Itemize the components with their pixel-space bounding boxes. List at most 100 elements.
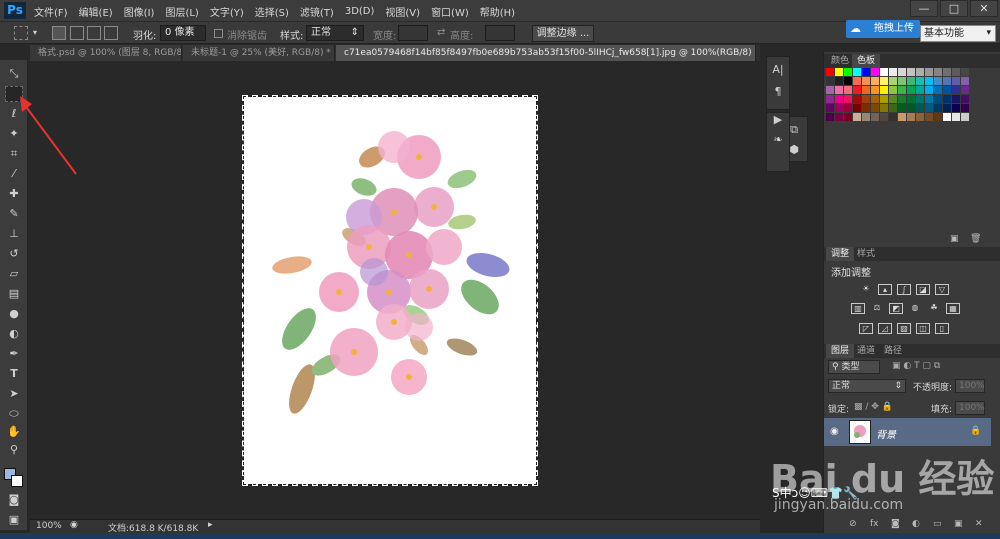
brightness-icon[interactable]: ☀ [859,284,873,295]
tab-adjustments[interactable]: 调整 [826,247,855,261]
swatch[interactable] [925,77,933,85]
brush-preset-icon[interactable]: ❧ [770,133,786,146]
maximize-button[interactable]: □ [940,0,968,17]
swatch[interactable] [943,113,951,121]
swatch[interactable] [862,86,870,94]
antialias-checkbox[interactable] [214,29,223,38]
tab-paths[interactable]: 路径 [879,344,907,358]
rectangular-marquee-tool-icon[interactable] [5,86,23,102]
channel-mixer-icon[interactable]: ☘ [927,303,941,314]
chevron-down-icon[interactable]: ▾ [33,28,37,37]
swatch[interactable] [907,68,915,76]
tab-format-psd[interactable]: 格式.psd @ 100% (图层 8, RGB/8) × [30,45,182,61]
swatch[interactable] [871,68,879,76]
swatch[interactable] [907,86,915,94]
menu-image[interactable]: 图像(I) [124,4,155,19]
swatch[interactable] [889,77,897,85]
swatch[interactable] [844,68,852,76]
swatch[interactable] [898,86,906,94]
eyedropper-tool-icon[interactable]: ⁄ [5,166,23,182]
close-button[interactable]: ✕ [970,0,998,17]
history-brush-tool-icon[interactable]: ↺ [5,246,23,262]
dodge-tool-icon[interactable]: ◐ [5,326,23,342]
swatch[interactable] [943,95,951,103]
swatch[interactable] [844,104,852,112]
clone-stamp-tool-icon[interactable]: ⊥ [5,226,23,242]
swap-icon[interactable]: ⇄ [437,27,445,38]
width-input[interactable] [398,25,428,41]
swatch[interactable] [952,86,960,94]
background-color[interactable] [11,475,23,487]
swatch[interactable] [889,68,897,76]
eye-icon[interactable]: ◉ [830,426,839,437]
swatch[interactable] [853,86,861,94]
photo-filter-icon[interactable]: ◍ [908,303,922,314]
swatch[interactable] [835,104,843,112]
swatch[interactable] [961,77,969,85]
selective-color-icon[interactable]: ▯ [935,323,949,334]
blend-mode-select[interactable]: 正常 ⇕ [828,379,906,393]
swatch[interactable] [943,68,951,76]
swatch-grid[interactable] [826,68,988,122]
swatch[interactable] [952,77,960,85]
character-panel-icon[interactable]: A| [770,63,786,76]
style-select[interactable]: 正常 ⇕ [306,25,364,41]
swatch[interactable] [943,104,951,112]
zoom-level[interactable]: 100% [36,521,62,531]
swatch[interactable] [934,68,942,76]
hue-saturation-icon[interactable]: ▥ [851,303,865,314]
swatch[interactable] [853,113,861,121]
levels-icon[interactable]: ▴ [878,284,892,295]
menu-filter[interactable]: 滤镜(T) [300,4,334,19]
swatch[interactable] [961,113,969,121]
swatch[interactable] [853,77,861,85]
swatch[interactable] [826,104,834,112]
menu-view[interactable]: 视图(V) [385,4,420,19]
swatch[interactable] [925,68,933,76]
swatch[interactable] [835,68,843,76]
swatch[interactable] [952,95,960,103]
tab-layers[interactable]: 图层 [826,344,855,358]
swatch[interactable] [898,95,906,103]
healing-brush-tool-icon[interactable]: ✚ [5,186,23,202]
menu-select[interactable]: 选择(S) [255,4,289,19]
swatch[interactable] [889,95,897,103]
swatch[interactable] [880,104,888,112]
swatch[interactable] [925,104,933,112]
menu-layer[interactable]: 图层(L) [165,4,198,19]
new-selection-icon[interactable] [52,26,66,40]
swatch[interactable] [925,86,933,94]
tab-untitled-1[interactable]: 未标题-1 @ 25% (美好, RGB/8) * × [183,45,335,61]
menu-edit[interactable]: 编辑(E) [79,4,113,19]
swatch[interactable] [826,68,834,76]
trash-icon[interactable]: 🗑 [970,234,981,244]
hand-tool-icon[interactable]: ✋ [5,424,23,440]
swatch[interactable] [880,95,888,103]
swatch[interactable] [916,104,924,112]
fill-input[interactable]: 100% [955,401,985,415]
pen-tool-icon[interactable]: ✒ [5,346,23,362]
swatch[interactable] [871,104,879,112]
upload-button[interactable]: ☁ 拖拽上传 [846,20,920,38]
swatch[interactable] [862,95,870,103]
swatch[interactable] [844,86,852,94]
swatch[interactable] [916,68,924,76]
paragraph-panel-icon[interactable]: ¶ [770,85,786,98]
swatch[interactable] [880,68,888,76]
tab-styles[interactable]: 样式 [852,247,880,261]
color-lookup-icon[interactable]: ▦ [946,303,960,314]
swatch[interactable] [925,113,933,121]
color-balance-icon[interactable]: ⚖ [870,303,884,314]
swatch[interactable] [835,95,843,103]
arrow-right-icon[interactable]: ▸ [208,520,213,530]
swatch[interactable] [853,68,861,76]
quick-mask-icon[interactable]: ◙ [5,492,23,508]
threshold-icon[interactable]: ▨ [897,323,911,334]
curves-icon[interactable]: ∫ [897,284,911,295]
invert-icon[interactable]: ◸ [859,323,873,334]
swatch[interactable] [835,77,843,85]
swatch[interactable] [898,68,906,76]
swatch[interactable] [853,95,861,103]
marquee-preset-icon[interactable] [14,26,28,40]
swatch[interactable] [880,77,888,85]
